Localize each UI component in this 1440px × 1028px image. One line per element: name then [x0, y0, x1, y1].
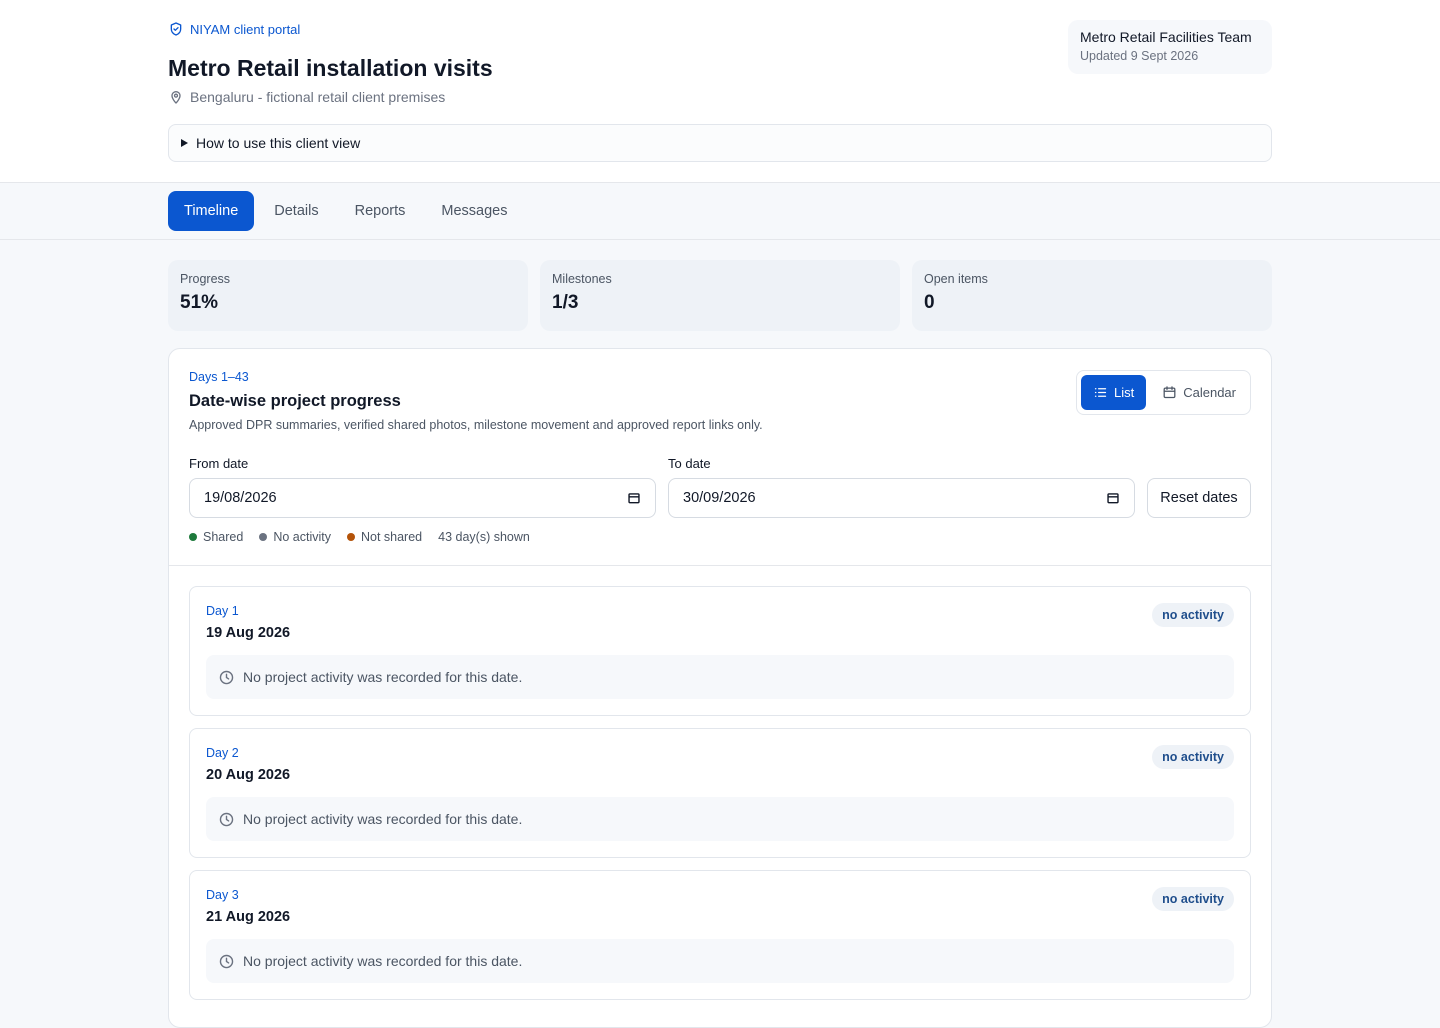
stat-open-items: Open items 0 — [912, 260, 1272, 331]
panel-title: Date-wise project progress — [189, 392, 401, 410]
view-toggle: List Calendar — [1076, 370, 1251, 415]
to-date-input[interactable]: 30/09/2026 — [668, 478, 1135, 518]
day-card: Day 3 21 Aug 2026 no activity No project… — [189, 870, 1251, 1000]
stat-value: 1/3 — [552, 292, 579, 313]
activity-note: No project activity was recorded for thi… — [206, 939, 1234, 983]
to-date-value: 30/09/2026 — [683, 490, 756, 506]
stat-milestones: Milestones 1/3 — [540, 260, 900, 331]
howto-label: How to use this client view — [196, 135, 361, 151]
clock-icon — [219, 670, 234, 684]
stat-label: Open items — [924, 272, 988, 286]
stat-value: 51% — [180, 292, 219, 313]
activity-note: No project activity was recorded for thi… — [206, 655, 1234, 699]
day-date: 21 Aug 2026 — [206, 909, 291, 925]
reset-dates-button[interactable]: Reset dates — [1147, 478, 1251, 518]
to-date-label: To date — [668, 456, 711, 471]
tab-bar: Timeline Details Reports Messages — [0, 183, 1440, 240]
tab-reports[interactable]: Reports — [339, 191, 422, 231]
list-view-label: List — [1114, 385, 1135, 400]
stat-label: Progress — [180, 272, 231, 286]
from-date-label: From date — [189, 456, 249, 471]
stat-progress: Progress 51% — [168, 260, 528, 331]
calendar-picker-icon[interactable] — [627, 491, 641, 505]
activity-note-text: No project activity was recorded for thi… — [243, 669, 523, 685]
stat-value: 0 — [924, 292, 935, 313]
day-number: Day 2 — [206, 746, 239, 760]
calendar-view-label: Calendar — [1183, 385, 1236, 400]
from-date-value: 19/08/2026 — [204, 490, 277, 506]
team-card: Metro Retail Facilities Team Updated 9 S… — [1068, 20, 1272, 74]
tab-timeline[interactable]: Timeline — [168, 191, 255, 231]
clock-icon — [219, 954, 234, 968]
panel-header: Days 1–43 Date-wise project progress App… — [169, 349, 1271, 566]
legend-label: Not shared — [360, 530, 423, 544]
activity-note: No project activity was recorded for thi… — [206, 797, 1234, 841]
team-name: Metro Retail Facilities Team — [1080, 29, 1252, 45]
day-date: 19 Aug 2026 — [206, 625, 291, 641]
stat-label: Milestones — [552, 272, 612, 286]
gray-dot-icon — [259, 533, 268, 541]
green-dot-icon — [189, 533, 197, 541]
legend: Shared No activity Not shared 43 day(s) … — [189, 530, 530, 544]
calendar-picker-icon[interactable] — [1106, 491, 1120, 505]
orange-dot-icon — [346, 533, 355, 541]
day-card: Day 2 20 Aug 2026 no activity No project… — [189, 728, 1251, 858]
location: Bengaluru - fictional retail client prem… — [168, 89, 1272, 105]
panel-description: Approved DPR summaries, verified shared … — [189, 418, 763, 432]
calendar-icon — [1163, 386, 1176, 399]
brand-label: NIYAM client portal — [190, 21, 301, 37]
day-number: Day 1 — [206, 604, 239, 618]
days-shown-count: 43 day(s) shown — [438, 530, 530, 544]
timeline-panel: Days 1–43 Date-wise project progress App… — [168, 348, 1272, 1028]
from-date-input[interactable]: 19/08/2026 — [189, 478, 656, 518]
tab-details[interactable]: Details — [258, 191, 334, 231]
map-pin-icon — [171, 91, 181, 104]
disclosure-triangle-icon — [181, 139, 188, 147]
list-view-button[interactable]: List — [1081, 375, 1147, 410]
status-badge: no activity — [1152, 745, 1234, 769]
day-card: Day 1 19 Aug 2026 no activity No project… — [189, 586, 1251, 716]
legend-label: Shared — [203, 530, 244, 544]
day-number: Day 3 — [206, 888, 239, 902]
clock-icon — [219, 812, 234, 826]
legend-label: No activity — [273, 530, 331, 544]
legend-not-shared: Not shared — [346, 530, 423, 544]
day-date: 20 Aug 2026 — [206, 767, 291, 783]
stats-row: Progress 51% Milestones 1/3 Open items 0 — [168, 260, 1272, 331]
status-badge: no activity — [1152, 603, 1234, 627]
day-range: Days 1–43 — [189, 370, 249, 384]
status-badge: no activity — [1152, 887, 1234, 911]
updated-date: Updated 9 Sept 2026 — [1080, 49, 1199, 63]
calendar-view-button[interactable]: Calendar — [1150, 375, 1248, 410]
shield-icon — [170, 22, 182, 36]
location-label: Bengaluru - fictional retail client prem… — [190, 89, 446, 105]
list-icon — [1094, 388, 1107, 397]
legend-shared: Shared — [189, 530, 243, 544]
activity-note-text: No project activity was recorded for thi… — [243, 953, 523, 969]
howto-disclosure[interactable]: How to use this client view — [168, 124, 1272, 162]
portal-header: NIYAM client portal Metro Retail install… — [0, 0, 1440, 183]
activity-note-text: No project activity was recorded for thi… — [243, 811, 523, 827]
tab-messages[interactable]: Messages — [425, 191, 523, 231]
legend-no-activity: No activity — [259, 530, 331, 544]
